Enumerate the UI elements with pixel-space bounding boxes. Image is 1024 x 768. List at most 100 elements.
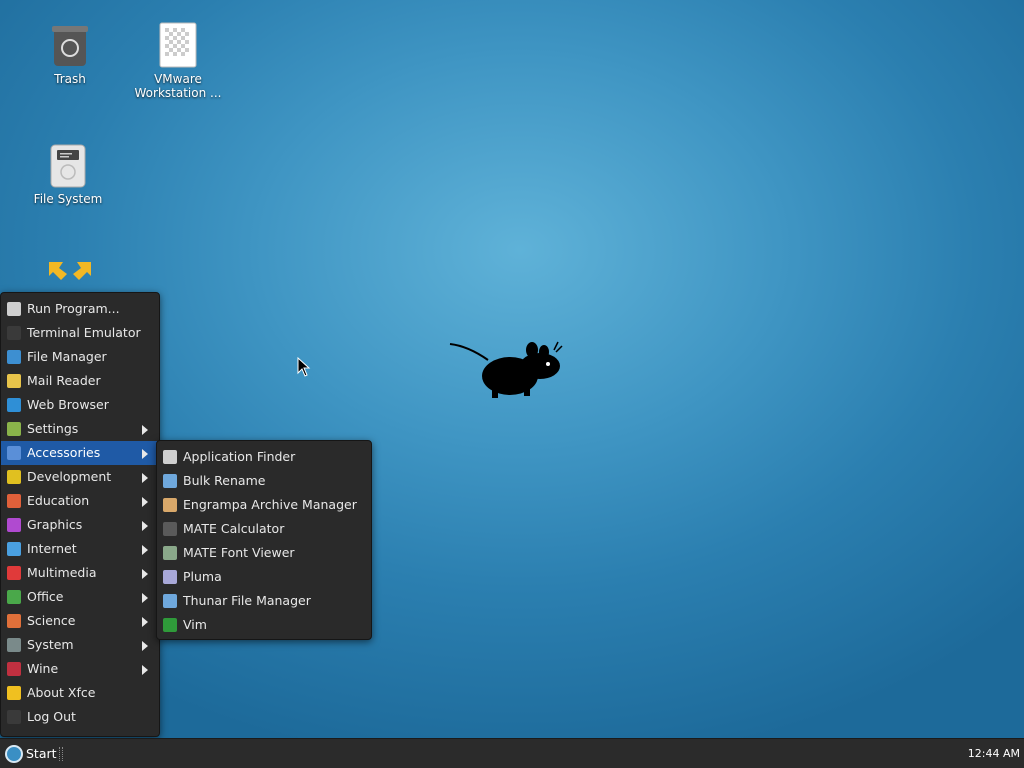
accessories-item-mate-calculator[interactable]: MATE Calculator (157, 517, 371, 541)
menu-item-development[interactable]: Development (1, 465, 159, 489)
globe-icon (7, 398, 21, 412)
menu-item-run-program[interactable]: Run Program... (1, 297, 159, 321)
desktop-icon-label: VMware Workstation ... (134, 72, 222, 100)
taskbar: Start 12:44 AM (0, 738, 1024, 768)
menu-item-settings[interactable]: Settings (1, 417, 159, 441)
start-button[interactable]: Start (2, 742, 64, 766)
menu-item-label: Office (27, 589, 64, 604)
app-finder-icon (163, 450, 177, 464)
submenu-arrow-icon (142, 665, 148, 675)
menu-item-label: MATE Font Viewer (183, 545, 295, 560)
menu-item-label: Settings (27, 421, 79, 436)
submenu-arrow-icon (142, 449, 148, 459)
menu-item-label: Vim (183, 617, 207, 632)
mail-icon (7, 374, 21, 388)
clock[interactable]: 12:44 AM (968, 739, 1020, 768)
mouse-pointer-icon (297, 357, 311, 377)
applications-menu: Run Program... Terminal Emulator File Mana… (0, 292, 160, 737)
terminal-icon (7, 326, 21, 340)
desktop-icon-label: File System (33, 192, 103, 206)
system-icon (7, 638, 21, 652)
settings-icon (7, 422, 21, 436)
text-editor-icon (163, 570, 177, 584)
accessories-item-application-finder[interactable]: Application Finder (157, 445, 371, 469)
accessories-item-thunar-file-manager[interactable]: Thunar File Manager (157, 589, 371, 613)
menu-item-label: Thunar File Manager (183, 593, 311, 608)
submenu-arrow-icon (142, 545, 148, 555)
drive-icon (50, 144, 86, 188)
vim-icon (163, 618, 177, 632)
accessories-icon (7, 446, 21, 460)
graphics-icon (7, 518, 21, 532)
menu-item-internet[interactable]: Internet (1, 537, 159, 561)
menu-item-file-manager[interactable]: File Manager (1, 345, 159, 369)
accessories-item-bulk-rename[interactable]: Bulk Rename (157, 469, 371, 493)
desktop-icon-home[interactable] (20, 260, 120, 296)
accessories-item-vim[interactable]: Vim (157, 613, 371, 637)
menu-item-label: Mail Reader (27, 373, 101, 388)
menu-item-label: Internet (27, 541, 77, 556)
accessories-item-engrampa-archive-manager[interactable]: Engrampa Archive Manager (157, 493, 371, 517)
menu-item-terminal-emulator[interactable]: Terminal Emulator (1, 321, 159, 345)
file-manager-icon (7, 350, 21, 364)
start-label: Start (26, 746, 57, 761)
menu-item-label: Run Program... (27, 301, 120, 316)
submenu-arrow-icon (142, 569, 148, 579)
accessories-item-mate-font-viewer[interactable]: MATE Font Viewer (157, 541, 371, 565)
education-icon (7, 494, 21, 508)
science-icon (7, 614, 21, 628)
archive-icon (163, 498, 177, 512)
desktop-icon-file-system[interactable]: File System (18, 144, 118, 206)
menu-item-label: Terminal Emulator (27, 325, 141, 340)
menu-item-label: Graphics (27, 517, 83, 532)
logout-icon (7, 710, 21, 724)
accessories-item-pluma[interactable]: Pluma (157, 565, 371, 589)
desktop-icon-vmware[interactable]: VMware Workstation ... (128, 22, 228, 100)
menu-item-label: Accessories (27, 445, 101, 460)
wine-icon (7, 662, 21, 676)
menu-item-office[interactable]: Office (1, 585, 159, 609)
submenu-arrow-icon (142, 521, 148, 531)
menu-item-graphics[interactable]: Graphics (1, 513, 159, 537)
submenu-arrow-icon (142, 473, 148, 483)
menu-item-label: About Xfce (27, 685, 96, 700)
desktop-icon-trash[interactable]: Trash (20, 24, 120, 86)
menu-item-system[interactable]: System (1, 633, 159, 657)
accessories-submenu: Application Finder Bulk Rename Engrampa Ar… (156, 440, 372, 640)
panel-handle[interactable] (59, 747, 63, 761)
document-icon (159, 22, 197, 68)
submenu-arrow-icon (142, 593, 148, 603)
menu-item-science[interactable]: Science (1, 609, 159, 633)
menu-item-label: Wine (27, 661, 59, 676)
calculator-icon (163, 522, 177, 536)
folder-icon (163, 474, 177, 488)
submenu-arrow-icon (142, 617, 148, 627)
menu-item-accessories[interactable]: Accessories (1, 441, 159, 465)
menu-item-log-out[interactable]: Log Out (1, 705, 159, 729)
submenu-arrow-icon (142, 641, 148, 651)
menu-item-label: Engrampa Archive Manager (183, 497, 357, 512)
menu-item-education[interactable]: Education (1, 489, 159, 513)
menu-item-label: Multimedia (27, 565, 97, 580)
star-icon (7, 686, 21, 700)
menu-item-label: Bulk Rename (183, 473, 266, 488)
menu-item-multimedia[interactable]: Multimedia (1, 561, 159, 585)
run-icon (7, 302, 21, 316)
menu-item-label: Education (27, 493, 90, 508)
trash-icon (52, 26, 88, 66)
menu-item-mail-reader[interactable]: Mail Reader (1, 369, 159, 393)
xfce-logo-icon (5, 745, 23, 763)
submenu-arrow-icon (142, 497, 148, 507)
menu-item-label: Application Finder (183, 449, 296, 464)
home-folder-icon (49, 262, 91, 280)
development-icon (7, 470, 21, 484)
menu-item-label: Science (27, 613, 76, 628)
menu-item-about-xfce[interactable]: About Xfce (1, 681, 159, 705)
folder-icon (163, 594, 177, 608)
internet-icon (7, 542, 21, 556)
menu-item-label: System (27, 637, 74, 652)
menu-item-label: Pluma (183, 569, 222, 584)
menu-item-wine[interactable]: Wine (1, 657, 159, 681)
submenu-arrow-icon (142, 425, 148, 435)
menu-item-web-browser[interactable]: Web Browser (1, 393, 159, 417)
